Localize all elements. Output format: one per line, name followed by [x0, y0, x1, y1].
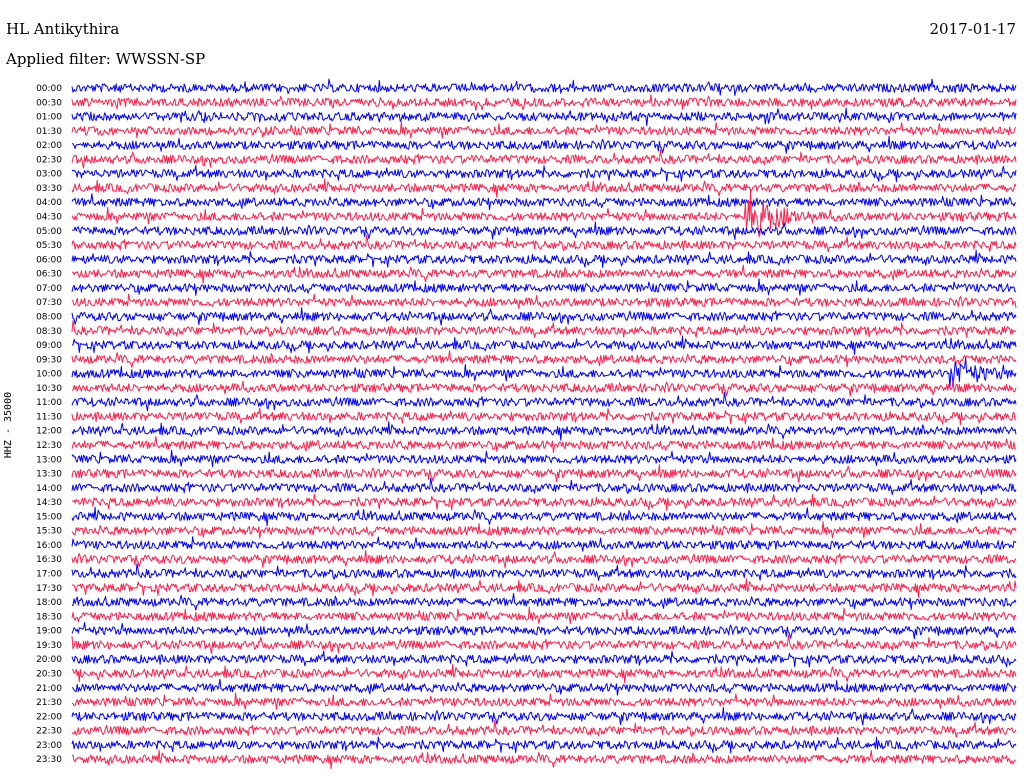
seismic-trace-1100: [71, 391, 1017, 412]
time-tick-label: 01:00: [36, 113, 62, 123]
time-tick-label: 06:30: [36, 270, 62, 280]
time-tick-label: 23:30: [36, 755, 62, 765]
time-tick-label: 13:00: [36, 455, 62, 465]
seismic-trace-0500: [71, 221, 1017, 240]
seismic-trace-1830: [71, 606, 1017, 625]
seismic-trace-0830: [71, 320, 1017, 338]
seismic-trace-1730: [71, 578, 1017, 598]
seismic-trace-1130: [71, 407, 1017, 425]
seismic-trace-0300: [71, 165, 1017, 183]
time-tick-label: 21:00: [36, 684, 62, 694]
seismic-trace-2330: [71, 749, 1017, 770]
seismic-trace-1800: [71, 593, 1017, 611]
seismic-trace-0100: [71, 107, 1017, 127]
time-tick-label: 03:30: [36, 184, 62, 194]
time-tick-label: 10:30: [36, 384, 62, 394]
time-tick-label: 20:30: [36, 669, 62, 679]
seismic-trace-1430: [71, 493, 1017, 511]
seismic-trace-1700: [71, 563, 1017, 581]
time-tick-label: 13:30: [36, 470, 62, 480]
time-tick-label: 07:30: [36, 298, 62, 308]
time-tick-label: 02:00: [36, 141, 62, 151]
seismic-trace-1900: [71, 622, 1017, 640]
seismic-trace-2030: [71, 663, 1017, 684]
seismic-trace-2130: [72, 692, 1017, 710]
seismic-trace-1530: [71, 521, 1017, 539]
seismic-trace-1030: [71, 378, 1017, 397]
time-tick-label: 05:30: [36, 241, 62, 251]
time-tick-label: 17:30: [36, 584, 62, 594]
time-tick-label: 07:00: [36, 284, 62, 294]
seismic-trace-0000: [71, 78, 1017, 96]
time-tick-label: 19:00: [36, 627, 62, 637]
time-tick-label: 08:00: [36, 312, 62, 322]
seismic-trace-1400: [71, 477, 1017, 495]
time-tick-label: 15:30: [36, 527, 62, 537]
seismic-trace-0130: [71, 121, 1016, 139]
time-tick-label: 21:30: [36, 698, 62, 708]
time-tick-label: 19:30: [36, 641, 62, 651]
time-tick-label: 15:00: [36, 512, 62, 522]
seismic-trace-1330: [71, 464, 1017, 483]
time-tick-label: 05:00: [36, 227, 62, 237]
seismic-trace-0400: [71, 193, 1017, 211]
time-tick-label: 16:30: [36, 555, 62, 565]
time-tick-label: 02:30: [36, 155, 62, 165]
seismic-trace-1600: [71, 536, 1017, 552]
time-tick-label: 08:30: [36, 327, 62, 337]
seismic-trace-1200: [71, 421, 1017, 441]
seismogram-page: HL Antikythira Applied filter: WWSSN-SP …: [0, 0, 1024, 780]
time-tick-label: 09:00: [36, 341, 62, 351]
seismic-trace-1630: [71, 549, 1017, 569]
time-tick-label: 23:00: [36, 741, 62, 751]
time-tick-label: 00:00: [36, 84, 62, 94]
seismic-trace-2000: [71, 650, 1017, 668]
time-tick-label: 04:30: [36, 213, 62, 223]
helicorder-plot: 00:00 00:30 01:00 01:30 02:00 02:30 03:00 03:30…: [36, 78, 1017, 770]
seismic-trace-0930: [71, 350, 1017, 368]
time-tick-label: 22:30: [36, 727, 62, 737]
seismic-trace-0530: [71, 234, 1017, 253]
time-tick-label: 16:00: [36, 541, 62, 551]
time-tick-label: 00:30: [36, 98, 62, 108]
time-tick-label: 04:00: [36, 198, 62, 208]
seismic-trace-0200: [71, 135, 1017, 154]
seismic-trace-1930: [71, 634, 1017, 655]
time-tick-label: 18:00: [36, 598, 62, 608]
time-tick-label: 12:00: [36, 427, 62, 437]
time-tick-label: 10:00: [36, 370, 62, 380]
seismic-trace-0800: [71, 307, 1017, 326]
seismic-trace-0730: [71, 293, 1017, 309]
time-tick-label: 18:30: [36, 612, 62, 622]
seismic-trace-1230: [71, 435, 1017, 453]
time-tick-label: 03:00: [36, 170, 62, 180]
time-tick-label: 01:30: [36, 127, 62, 137]
seismic-trace-2200: [71, 707, 1017, 726]
time-tick-label: 11:00: [36, 398, 62, 408]
time-tick-label: 20:00: [36, 655, 62, 665]
seismic-trace-1300: [71, 449, 1017, 468]
seismic-trace-0030: [71, 94, 1017, 111]
time-tick-label: 17:00: [36, 570, 62, 580]
time-tick-label: 14:30: [36, 498, 62, 508]
seismic-trace-1500: [71, 506, 1017, 527]
time-tick-label: 06:00: [36, 255, 62, 265]
seismic-trace-2230: [71, 720, 1017, 738]
seismic-trace-0630: [71, 264, 1017, 284]
seismic-trace-0330: [71, 178, 1017, 198]
seismic-trace-0700: [71, 278, 1017, 296]
seismic-trace-2100: [71, 678, 1017, 696]
time-tick-label: 09:30: [36, 355, 62, 365]
seismic-trace-0230: [71, 148, 1017, 169]
time-tick-label: 14:00: [36, 484, 62, 494]
time-tick-label: 22:00: [36, 712, 62, 722]
time-tick-label: 11:30: [36, 412, 62, 422]
time-tick-label: 12:30: [36, 441, 62, 451]
seismic-trace-2300: [71, 736, 1017, 754]
seismic-trace-0600: [71, 249, 1017, 268]
seismic-trace-0900: [71, 335, 1017, 355]
